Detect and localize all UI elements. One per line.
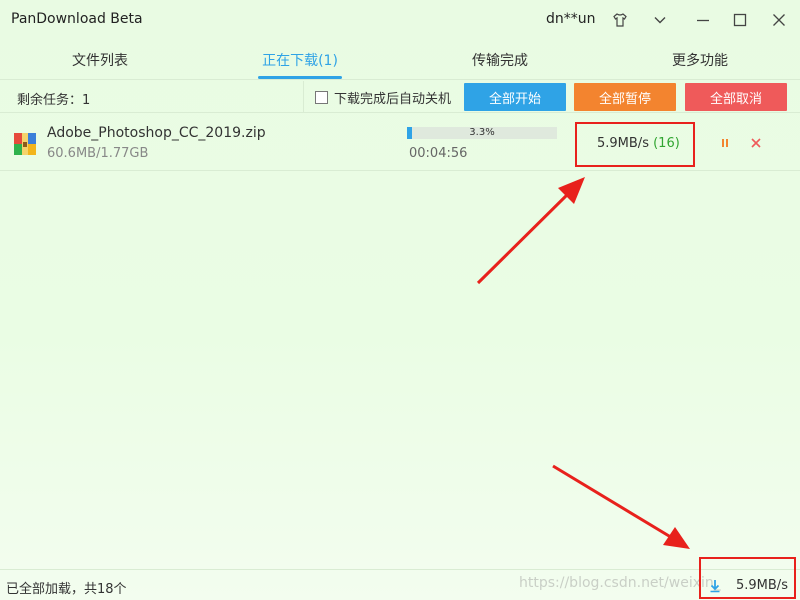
progress-bar: 3.3% xyxy=(407,127,557,139)
cancel-all-button[interactable]: 全部取消 xyxy=(685,83,787,111)
tab-completed[interactable]: 传输完成 xyxy=(400,40,600,80)
status-text: 已全部加载，共18个 xyxy=(6,582,127,597)
app-title: PanDownload Beta xyxy=(11,11,143,27)
close-icon xyxy=(751,138,761,148)
auto-shutdown-checkbox[interactable] xyxy=(315,91,328,104)
minimize-button[interactable] xyxy=(691,8,715,32)
status-bar: 已全部加载，共18个 https://blog.csdn.net/weixin_… xyxy=(0,569,800,600)
close-icon xyxy=(773,14,785,26)
active-tab-indicator xyxy=(258,76,342,79)
pause-icon xyxy=(722,139,728,147)
download-toolbar: 剩余任务：1 下载完成后自动关机 全部开始 全部暂停 全部取消 xyxy=(0,81,800,113)
file-size: 60.6MB/1.77GB xyxy=(47,146,149,161)
annotation-box-speed xyxy=(575,122,695,167)
title-bar: PanDownload Beta dn**un xyxy=(0,0,800,40)
file-name: Adobe_Photoshop_CC_2019.zip xyxy=(47,125,266,141)
tab-file-list[interactable]: 文件列表 xyxy=(0,40,200,80)
auto-shutdown-option[interactable]: 下载完成后自动关机 xyxy=(315,88,451,107)
close-button[interactable] xyxy=(767,8,791,32)
annotation-box-total-speed xyxy=(699,557,796,599)
toolbar-divider xyxy=(303,81,304,113)
start-all-button[interactable]: 全部开始 xyxy=(464,83,566,111)
maximize-icon xyxy=(733,13,747,27)
cancel-download-button[interactable] xyxy=(747,134,765,152)
auto-shutdown-label: 下载完成后自动关机 xyxy=(334,92,452,107)
watermark: https://blog.csdn.net/weixin_ xyxy=(519,575,721,591)
zip-file-icon xyxy=(14,133,36,155)
remaining-tasks: 剩余任务：1 xyxy=(17,93,91,108)
pause-all-button[interactable]: 全部暂停 xyxy=(574,83,676,111)
username[interactable]: dn**un xyxy=(546,11,596,27)
minimize-icon xyxy=(697,19,709,22)
dropdown-button[interactable] xyxy=(648,8,672,32)
progress-percent: 3.3% xyxy=(469,127,495,138)
time-remaining: 00:04:56 xyxy=(409,146,468,161)
skin-button[interactable] xyxy=(608,8,632,32)
tab-downloading[interactable]: 正在下载(1) xyxy=(200,40,400,80)
chevron-down-icon xyxy=(654,17,666,24)
maximize-button[interactable] xyxy=(728,8,752,32)
tab-bar: 文件列表 正在下载(1) 传输完成 更多功能 xyxy=(0,40,800,80)
pause-download-button[interactable] xyxy=(716,134,734,152)
shirt-icon xyxy=(613,13,627,27)
tab-more-features[interactable]: 更多功能 xyxy=(600,40,800,80)
